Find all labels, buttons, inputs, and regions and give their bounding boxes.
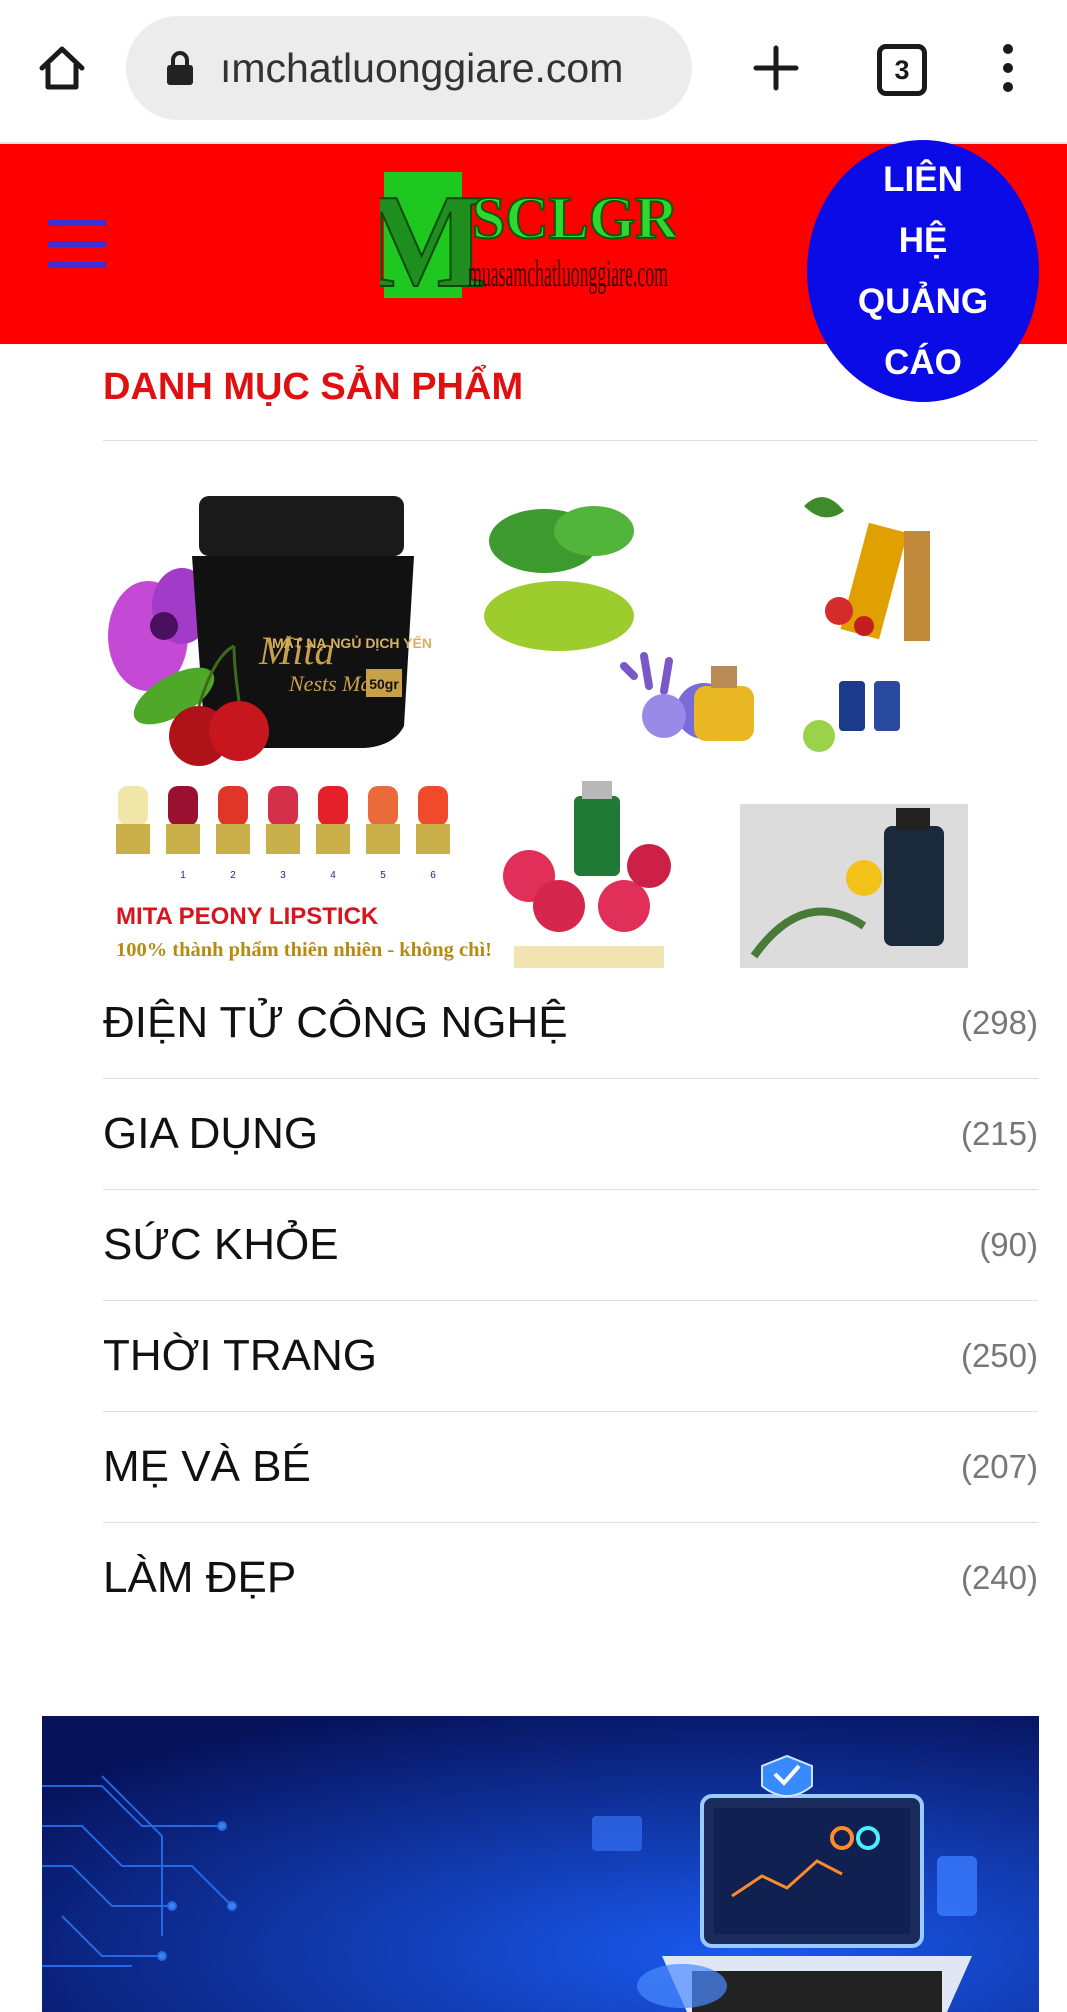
contact-advertising-button[interactable]: LIÊN HỆ QUẢNG CÁO [807,140,1039,402]
category-name: LÀM ĐẸP [103,1553,297,1602]
jar-label: MẶT NẠ NGỦ DỊCH YẾN [272,634,432,651]
contact-line: CÁO [884,343,962,382]
lipstick-subtitle: 100% thành phẩm thiên nhiên - không chì! [116,939,492,961]
category-name: SỨC KHỎE [103,1220,339,1269]
shade-number: 3 [280,870,286,881]
logo-domain: muasamchatluonggiare.com [468,253,668,295]
herbal-bottle [740,804,968,968]
category-item-dien-tu-cong-nghe[interactable]: ĐIỆN TỬ CÔNG NGHỆ (298) [103,968,1038,1079]
jar-weight: 50gr [369,676,399,692]
category-count: (298) [960,1004,1038,1041]
category-count: (90) [979,1226,1038,1263]
hamburger-menu-icon[interactable] [48,220,106,268]
category-count: (215) [960,1115,1038,1152]
home-icon[interactable] [32,38,92,98]
category-count: (207) [960,1448,1038,1485]
browser-toolbar: ımchatluonggiare.com 3 [0,0,1067,144]
category-list: ĐIỆN TỬ CÔNG NGHỆ (298) GIA DỤNG (215) S… [103,968,1038,1633]
more-menu-icon[interactable] [988,38,1028,98]
shade-number: 2 [230,870,236,881]
category-name: THỜI TRANG [103,1331,378,1380]
category-banner-image[interactable]: Mita MẶT NẠ NGỦ DỊCH YẾN Nests Mask 50gr [104,486,972,968]
lipstick-title: MITA PEONY LIPSTICK [116,903,379,930]
url-text: ımchatluonggiare.com [220,44,624,91]
lock-icon [162,48,198,88]
tab-switcher-button[interactable]: 3 [877,44,927,96]
section-title: DANH MỤC SẢN PHẨM [103,366,524,408]
category-item-thoi-trang[interactable]: THỜI TRANG (250) [103,1301,1038,1412]
logo-wordmark: SCLGR [472,185,676,251]
address-bar[interactable]: ımchatluonggiare.com [126,16,692,120]
category-item-me-va-be[interactable]: MẸ VÀ BÉ (207) [103,1412,1038,1523]
category-item-suc-khoe[interactable]: SỨC KHỎE (90) [103,1190,1038,1301]
shade-number: 6 [430,870,436,881]
new-tab-plus-icon[interactable] [746,38,806,98]
technology-banner-image[interactable] [42,1716,1039,2012]
shade-number: 1 [180,870,186,881]
category-name: MẸ VÀ BÉ [103,1442,311,1491]
contact-line: HỆ [898,221,948,260]
category-item-lam-dep[interactable]: LÀM ĐẸP (240) [103,1523,1038,1633]
category-count: (250) [960,1337,1038,1374]
divider [103,440,1038,441]
contact-line: LIÊN [883,160,963,199]
category-name: GIA DỤNG [103,1109,319,1158]
category-count: (240) [960,1559,1038,1596]
category-name: ĐIỆN TỬ CÔNG NGHỆ [103,998,568,1047]
shade-number: 5 [380,870,386,881]
shade-number: 4 [330,870,336,881]
category-item-gia-dung[interactable]: GIA DỤNG (215) [103,1079,1038,1190]
contact-line: QUẢNG [857,282,989,321]
site-logo[interactable]: M SCLGR muasamchatluonggiare.com [380,168,676,318]
